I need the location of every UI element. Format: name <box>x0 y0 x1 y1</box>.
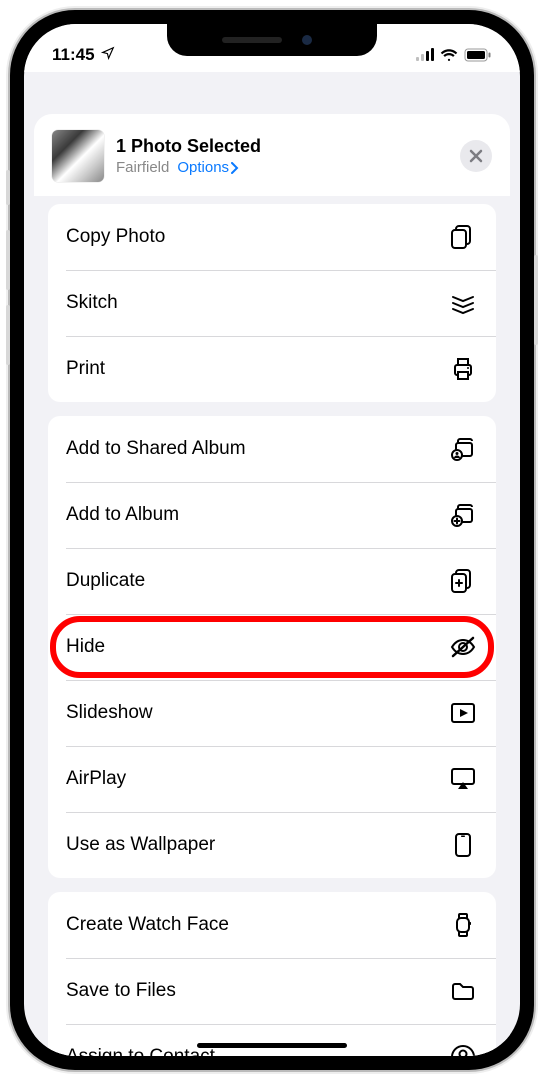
action-label: AirPlay <box>66 768 126 790</box>
power-button[interactable] <box>534 255 538 345</box>
action-label: Copy Photo <box>66 226 165 248</box>
sheet-body[interactable]: Copy Photo Skitch Print Add to Shared Album… <box>34 196 510 1056</box>
action-print[interactable]: Print <box>48 336 496 402</box>
watch-icon <box>448 912 478 938</box>
print-icon <box>448 356 478 382</box>
silence-switch[interactable] <box>6 170 10 205</box>
action-label: Use as Wallpaper <box>66 834 215 856</box>
action-label: Print <box>66 358 105 380</box>
add-album-icon <box>448 502 478 528</box>
action-airplay[interactable]: AirPlay <box>48 746 496 812</box>
action-label: Skitch <box>66 292 118 314</box>
options-button[interactable]: Options <box>177 159 239 176</box>
hide-icon <box>448 634 478 660</box>
share-sheet: 1 Photo Selected Fairfield Options Copy … <box>34 114 510 1056</box>
action-slideshow[interactable]: Slideshow <box>48 680 496 746</box>
action-label: Hide <box>66 636 105 658</box>
airplay-icon <box>448 766 478 792</box>
home-indicator[interactable] <box>197 1043 347 1048</box>
action-add-album[interactable]: Add to Album <box>48 482 496 548</box>
options-label: Options <box>177 159 229 176</box>
action-label: Slideshow <box>66 702 153 724</box>
action-label: Add to Album <box>66 504 179 526</box>
action-label: Create Watch Face <box>66 914 229 936</box>
folder-icon <box>448 978 478 1004</box>
action-hide[interactable]: Hide <box>48 614 496 680</box>
status-time: 11:45 <box>52 45 95 65</box>
action-group: Create Watch Face Save to Files Assign to … <box>48 892 496 1056</box>
photo-thumbnail[interactable] <box>52 130 104 182</box>
cellular-signal-icon <box>416 49 434 61</box>
wallpaper-icon <box>448 832 478 858</box>
wifi-icon <box>440 48 458 62</box>
battery-icon <box>464 48 492 62</box>
notch <box>167 24 377 56</box>
volume-down-button[interactable] <box>6 305 10 365</box>
action-label: Assign to Contact <box>66 1046 215 1056</box>
duplicate-icon <box>448 568 478 594</box>
action-skitch[interactable]: Skitch <box>48 270 496 336</box>
action-label: Duplicate <box>66 570 145 592</box>
slideshow-icon <box>448 700 478 726</box>
action-shared-album[interactable]: Add to Shared Album <box>48 416 496 482</box>
iphone-frame: 11:45 1 Photo Selected <box>10 10 534 1070</box>
action-label: Save to Files <box>66 980 176 1002</box>
location-services-icon <box>101 45 115 65</box>
action-folder[interactable]: Save to Files <box>48 958 496 1024</box>
volume-up-button[interactable] <box>6 230 10 290</box>
contact-icon <box>448 1044 478 1056</box>
skitch-icon <box>448 290 478 316</box>
screen: 11:45 1 Photo Selected <box>24 24 520 1056</box>
action-group: Add to Shared Album Add to Album Duplicate… <box>48 416 496 878</box>
action-group: Copy Photo Skitch Print <box>48 204 496 402</box>
close-button[interactable] <box>460 140 492 172</box>
annotation-highlight <box>50 616 494 678</box>
action-contact[interactable]: Assign to Contact <box>48 1024 496 1056</box>
action-label: Add to Shared Album <box>66 438 246 460</box>
action-copy[interactable]: Copy Photo <box>48 204 496 270</box>
sheet-header: 1 Photo Selected Fairfield Options <box>34 114 510 196</box>
action-wallpaper[interactable]: Use as Wallpaper <box>48 812 496 878</box>
action-duplicate[interactable]: Duplicate <box>48 548 496 614</box>
sheet-title: 1 Photo Selected <box>116 136 448 157</box>
shared-album-icon <box>448 436 478 462</box>
copy-icon <box>448 224 478 250</box>
location-text: Fairfield <box>116 159 169 176</box>
action-watch[interactable]: Create Watch Face <box>48 892 496 958</box>
